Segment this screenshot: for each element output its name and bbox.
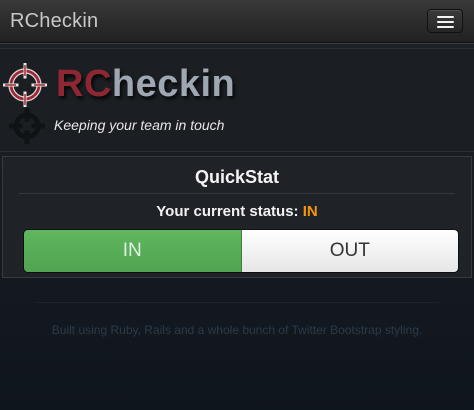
crosshair-icon — [3, 63, 47, 107]
footer-credits: Built using Ruby, Rails and a whole bunc… — [51, 323, 423, 337]
current-status: Your current status: IN — [3, 202, 471, 222]
tagline: Keeping your team in touch — [54, 117, 225, 133]
in-out-toggle: IN OUT — [23, 229, 459, 273]
top-navbar: RCheckin — [0, 0, 474, 43]
footer-divider — [35, 302, 439, 303]
status-value: IN — [302, 203, 318, 220]
panel-divider — [19, 193, 455, 194]
logo-checkin: heckin — [111, 63, 236, 105]
menu-toggle-button[interactable] — [427, 9, 463, 33]
quickstat-title: QuickStat — [194, 167, 280, 187]
check-out-button[interactable]: OUT — [241, 230, 458, 272]
logo-wordmark: RCheckin — [56, 63, 235, 105]
logo-header: RCheckin Keeping your team in touch — [0, 48, 474, 152]
crosshair-shadow-icon — [9, 108, 45, 144]
navbar-brand[interactable]: RCheckin — [10, 10, 98, 32]
quickstat-panel: QuickStat Your current status: IN IN OUT — [2, 156, 472, 278]
status-label: Your current status: — [156, 203, 299, 220]
logo-rc: RC — [56, 63, 112, 105]
check-in-button[interactable]: IN — [24, 230, 242, 272]
